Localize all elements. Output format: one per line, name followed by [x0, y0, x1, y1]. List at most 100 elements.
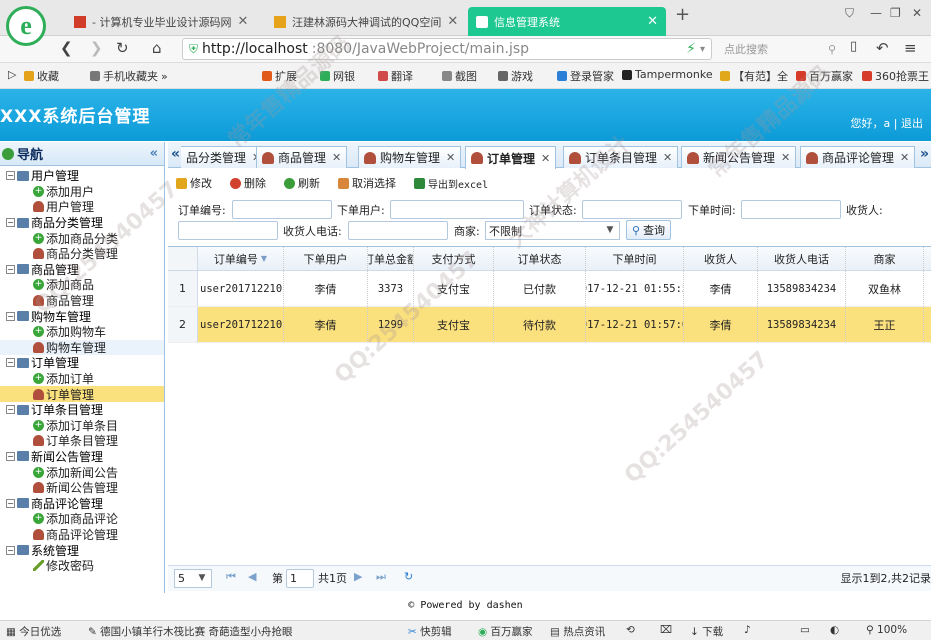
sidebar-item[interactable]: 新闻公告管理 [0, 480, 164, 496]
close-icon[interactable]: ✕ [647, 14, 658, 29]
sidebar-group[interactable]: − 新闻公告管理 [0, 449, 164, 465]
column-header[interactable]: 订单编号 ▼ [198, 247, 284, 270]
new-tab-button[interactable]: + [675, 4, 690, 25]
column-header[interactable]: 下单用户 [284, 247, 368, 270]
reload-icon[interactable]: ↻ [116, 39, 129, 57]
sidebar-item[interactable]: 订单管理 [0, 386, 164, 402]
close-icon[interactable]: ✕ [446, 151, 455, 164]
bookmark-item[interactable]: 手机收藏夹 » [90, 68, 168, 84]
close-icon[interactable]: ✕ [332, 151, 341, 164]
page-number-input[interactable]: 1 [286, 569, 314, 588]
collapse-toggle-icon[interactable]: − [6, 545, 15, 555]
tab-category[interactable]: 品分类管理✕ [181, 146, 268, 168]
speaker-icon[interactable]: ♪ [744, 624, 751, 636]
window-icon[interactable]: ▭ [800, 624, 810, 636]
next-page-icon[interactable]: ▶ [354, 570, 362, 583]
bookmark-item[interactable]: 百万赢家 [796, 68, 853, 84]
close-icon[interactable]: ✕ [900, 151, 909, 164]
sidebar-group[interactable]: − 订单条目管理 [0, 402, 164, 418]
undo-icon[interactable]: ↶ [876, 39, 889, 57]
bookmark-item[interactable]: 翻译 [378, 68, 413, 84]
sidebar-group[interactable]: − 商品管理 [0, 262, 164, 278]
tabs-scroll-right-icon[interactable]: » [920, 146, 929, 162]
browser-tab[interactable]: 汪建林源码大神调试的QQ空间 ✕ [266, 7, 462, 36]
prev-page-icon[interactable]: ◀ [248, 570, 256, 583]
tab-order-item[interactable]: 订单条目管理 ✕ [563, 146, 679, 168]
tab-cart[interactable]: 购物车管理 ✕ [358, 146, 462, 168]
page-size-select[interactable]: 5 ▼ [174, 569, 212, 588]
last-page-icon[interactable]: ⏭ [376, 570, 386, 584]
bookmark-item[interactable]: 截图 [442, 68, 477, 84]
sidebar-toggle-icon[interactable]: ▷ [8, 68, 16, 81]
edit-button[interactable]: 修改 [176, 175, 212, 191]
restore-icon[interactable]: ❐ [890, 6, 901, 20]
phone-icon[interactable]: ▯ [850, 39, 857, 54]
column-header[interactable]: 订单状态 [494, 247, 586, 270]
sidebar-item[interactable]: + 添加用户 [0, 184, 164, 200]
collapse-toggle-icon[interactable]: − [6, 451, 15, 461]
refresh-button[interactable]: 刷新 [284, 175, 320, 191]
state-input[interactable] [582, 200, 682, 219]
status-item[interactable]: ◉ 百万赢家 [478, 624, 533, 639]
user-input[interactable] [390, 200, 524, 219]
sidebar-item[interactable]: + 添加商品评论 [0, 511, 164, 527]
browser-tab[interactable]: - 计算机专业毕业设计源码网 ✕ [66, 7, 252, 36]
bookmark-item[interactable]: 游戏 [498, 68, 533, 84]
delete-button[interactable]: 删除 [230, 175, 266, 191]
sidebar-group[interactable]: − 系统管理 [0, 542, 164, 558]
column-header[interactable]: 收货人 [684, 247, 758, 270]
sidebar-item[interactable]: 修改密码 [0, 558, 164, 574]
sidebar-item[interactable]: 购物车管理 [0, 339, 164, 356]
column-header[interactable]: 支付方式 [414, 247, 494, 270]
theme-icon[interactable]: ◐ [830, 624, 839, 636]
bookmark-item[interactable]: 登录管家 [557, 68, 614, 84]
bookmark-item[interactable]: 【有范】全 [720, 68, 788, 84]
close-icon[interactable]: ✕ [781, 151, 790, 164]
bookmark-item[interactable]: 扩展 [262, 68, 297, 84]
logout-link[interactable]: 退出 [901, 117, 923, 130]
sidebar-group[interactable]: − 商品分类管理 [0, 215, 164, 231]
bookmark-item[interactable]: 收藏 [24, 68, 59, 84]
collapse-icon[interactable]: « [150, 146, 158, 161]
minimize-icon[interactable]: — [870, 6, 882, 20]
table-row[interactable]: 2user20171221015701李倩1299支付宝待付款2017-12-2… [168, 307, 931, 343]
column-header[interactable]: 下单时间 [586, 247, 684, 270]
deselect-button[interactable]: 取消选择 [338, 175, 396, 191]
bookmark-item[interactable]: 360抢票王 [862, 68, 929, 84]
close-icon[interactable]: ✕ [663, 151, 672, 164]
menu-icon[interactable]: ≡ [904, 39, 917, 57]
collapse-toggle-icon[interactable]: − [6, 264, 15, 274]
chevron-down-icon[interactable]: ▾ [700, 44, 705, 55]
sidebar-item[interactable]: + 添加新闻公告 [0, 464, 164, 480]
time-input[interactable] [741, 200, 841, 219]
phone-input[interactable] [348, 221, 448, 240]
table-row[interactable]: 1user20171221015555李倩3373支付宝已付款2017-12-2… [168, 271, 931, 307]
sidebar-item[interactable]: + 添加商品分类 [0, 230, 164, 246]
back-icon[interactable]: ❮ [60, 39, 73, 57]
close-icon[interactable]: ✕ [541, 152, 550, 165]
status-item[interactable]: ✎ 德国小镇羊行木筏比赛 奇葩造型小舟抢眼 [88, 624, 293, 639]
status-item[interactable]: ▤ 热点资讯 [550, 624, 605, 639]
tab-order[interactable]: 订单管理 ✕ [465, 146, 557, 169]
sidebar-group[interactable]: − 订单管理 [0, 355, 164, 371]
sidebar-item[interactable]: + 添加购物车 [0, 324, 164, 340]
reload-icon[interactable]: ↻ [404, 570, 413, 583]
sidebar-item[interactable]: + 添加订单条目 [0, 418, 164, 434]
seller-select[interactable]: 不限制 ▼ [485, 221, 620, 240]
status-item[interactable]: ↓ 下载 [690, 624, 723, 639]
zoom-level[interactable]: ⚲ 100% [866, 624, 907, 636]
url-input[interactable]: ⛨ http://localhost:8080/JavaWebProject/m… [182, 38, 712, 60]
close-icon[interactable]: ✕ [237, 14, 248, 29]
sidebar-item[interactable]: + 添加订单 [0, 371, 164, 387]
order-no-input[interactable] [232, 200, 332, 219]
browser-tab-active[interactable]: 信息管理系统 ✕ [468, 7, 666, 36]
close-window-icon[interactable]: ✕ [912, 6, 922, 20]
sidebar-item[interactable]: 商品管理 [0, 293, 164, 309]
collapse-toggle-icon[interactable]: − [6, 498, 15, 508]
tab-comment[interactable]: 商品评论管理 ✕ [800, 146, 916, 168]
collapse-toggle-icon[interactable]: − [6, 311, 15, 321]
bookmark-item[interactable]: 网银 [320, 68, 355, 84]
sidebar-group[interactable]: − 用户管理 [0, 168, 164, 184]
export-excel-button[interactable]: 导出到excel [414, 175, 488, 191]
home-icon[interactable]: ⌂ [152, 39, 162, 57]
